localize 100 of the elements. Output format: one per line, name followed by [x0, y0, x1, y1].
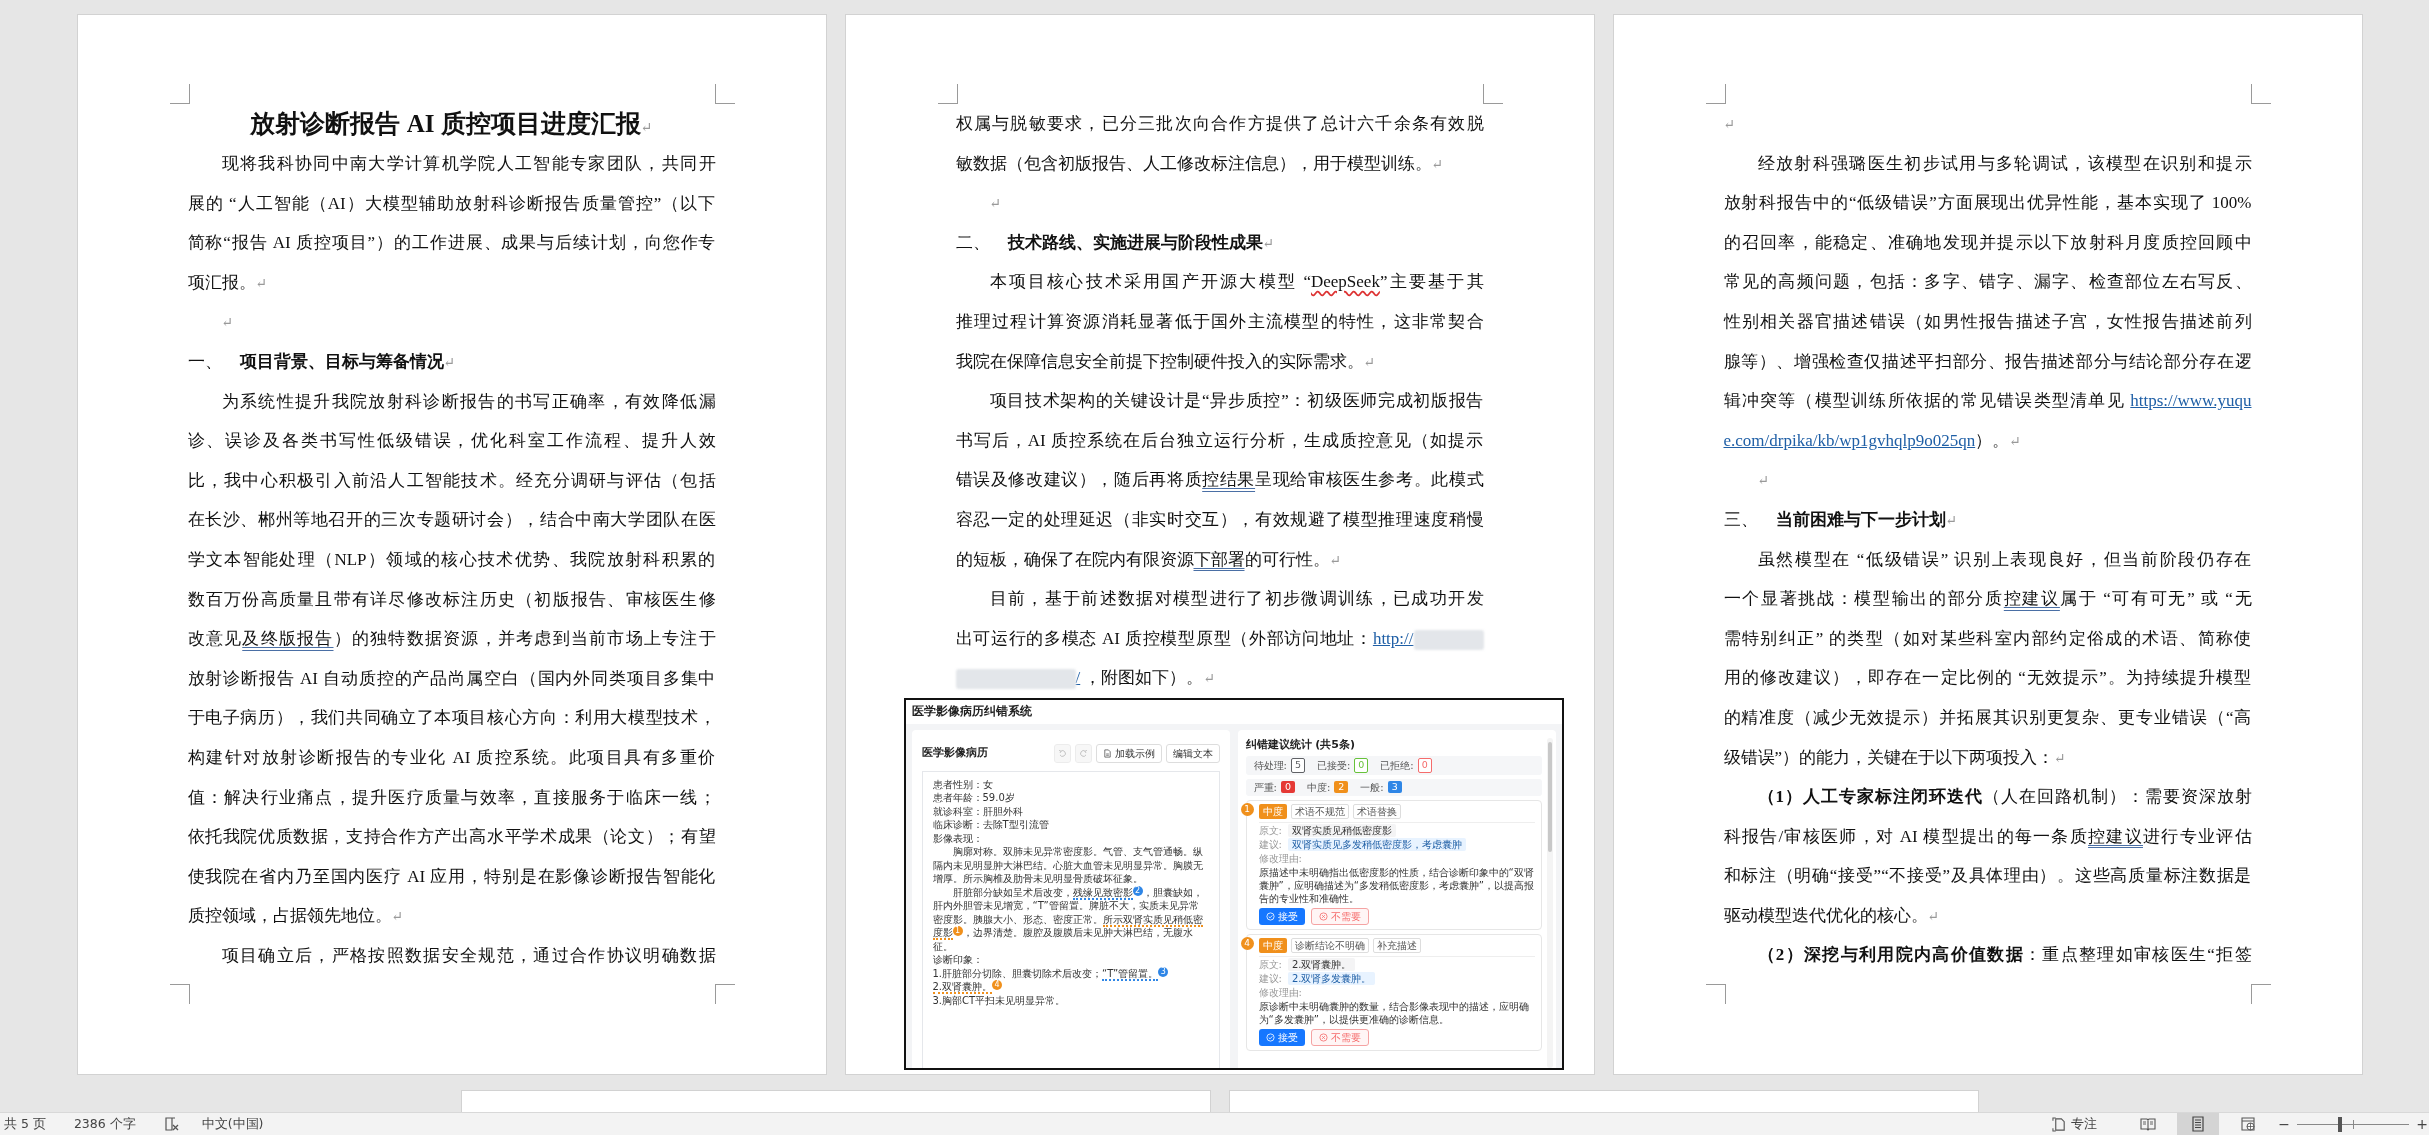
paragraph-mark: ↵: [220, 315, 234, 331]
paragraph-mark: ↵: [988, 196, 1002, 212]
severity-tag: 中度: [1258, 937, 1287, 953]
crop-mark: [169, 984, 190, 1004]
language[interactable]: 中文(中国): [201, 1115, 264, 1133]
undo-icon: [1057, 748, 1067, 758]
crop-mark: [2250, 984, 2271, 1004]
document-title: 放射诊断报告 AI 质控项目进度汇报↵: [249, 109, 654, 139]
report-line: 3.胸部CT平扫未见明显异常。: [932, 993, 1067, 1008]
stat-count: 0: [1417, 758, 1432, 773]
heading-number: 一、: [187, 350, 223, 373]
accept-button[interactable]: 接受: [1258, 907, 1305, 925]
app-title: 医学影像病历纠错系统: [911, 704, 1032, 720]
crop-mark: [937, 84, 958, 104]
report-textarea[interactable]: [921, 770, 1220, 1068]
paragraph: （2）深挖与利用院内高价值数据：重点整理如审核医生“拒签: [1756, 944, 2252, 967]
focus-icon: [2052, 1116, 2067, 1132]
x-circle-icon: [1318, 1032, 1328, 1042]
severity-count: 2: [1334, 780, 1349, 794]
field-label: 原文:: [1258, 823, 1282, 837]
web-page-icon: [2240, 1116, 2256, 1132]
panel-title: 医学影像病历: [921, 746, 988, 761]
paragraph: 本项目核心技术采用国产开源大模型 “DeepSeek”主要基于其 推理过程计算资源消耗显著低于国外主流模型的特性，这非常契合 我院在保障信息安全前提下控制硬件投入的实际需求。↵: [955, 271, 1484, 373]
paragraph: （1）人工专家标注闭环迭代（人在回路机制）：需要资深放射 科报告/审核医师，对 AI 模型提出的每一条质控建议进行专业评估 和标注（明确“接受”“不接受”及具体理由）。这些高质量标注数据是 驱动模型迭代优化的核心。↵: [1723, 786, 2252, 927]
stat-label: 已拒绝:: [1380, 758, 1414, 772]
reason-text: 原诊断中未明确囊肿的数量，结合影像表现中的描述，应明确为“多发囊肿”，以提供更准确的诊断信息。: [1258, 999, 1530, 1026]
category-tag: 诊断结论不明确: [1290, 937, 1369, 953]
paragraph: 经放射科强璐医生初步试用与多轮调试，该模型在识别和提示 放射科报告中的“低级错误”方面展现出优异性能，基本实现了 100% 的召回率，能稳定、准确地发现并提示以下放射科月度质控回顾中 常见的高频问题，包括：多字、错字、漏字、检查部位左右写反、 性别相关器官描述错误（如男性报告描述子宫，女性报告描述前列 腺等）、增强检查仅描述平扫部分、报告描述部分与结论部分存在逻 辑冲突等（模型训练所依据的常见错误类型清单见 https://www.yuqu e.com/drpika/kb/wp1gvhqlp9o025qn）。↵: [1723, 152, 2252, 452]
field-label: 建议:: [1258, 971, 1282, 985]
print-view-button[interactable]: [2177, 1113, 2219, 1135]
report-line: 就诊科室：肝胆外科: [932, 804, 1024, 819]
paragraph: 项目确立后，严格按照数据安全规范，通过合作协议明确数据: [220, 944, 716, 967]
report-line: 1.肝脏部分切除、胆囊切除术后改变；“T”管留置。 3: [932, 966, 1209, 981]
reason-text: 原描述中未明确指出低密度影的性质，结合诊断印象中的“双肾囊肿”，应明确描述为“多发稍低密度影，考虑囊肿”，以提高报告的专业性和准确性。: [1258, 865, 1535, 905]
category-tag: 术语不规范: [1290, 803, 1349, 819]
stat-count: 5: [1290, 758, 1305, 773]
link[interactable]: https://www.yuqu: [2130, 391, 2252, 411]
stat-count: 0: [1354, 758, 1369, 773]
crop-mark: [169, 84, 190, 104]
check-circle-icon: [1265, 1032, 1275, 1042]
proofing-icon[interactable]: [163, 1116, 180, 1132]
edit-text-button[interactable]: 编辑文本: [1165, 743, 1220, 763]
panel-title: 纠错建议统计 (共5条): [1245, 737, 1357, 753]
redo-icon: [1078, 748, 1088, 758]
category-tag: 术语替换: [1352, 803, 1401, 819]
paragraph-mark: ↵: [1723, 117, 1736, 132]
link[interactable]: e.com/drpika/kb/wp1gvhqlp9o025qn: [1723, 430, 1976, 450]
redaction-blur: [1413, 629, 1484, 650]
paragraph: 权属与脱敏要求，已分三批次向合作方提供了总计六千余条有效脱 敏数据（包含初版报告、人工修改标注信息），用于模型训练。↵: [955, 113, 1484, 175]
zoom-in-button[interactable]: +: [2415, 1116, 2429, 1132]
link[interactable]: http://: [1372, 628, 1414, 648]
check-circle-icon: [1265, 911, 1275, 921]
report-line: 患者性别：女: [932, 777, 994, 792]
field-label: 原文:: [1258, 957, 1282, 971]
heading-number: 三、: [1723, 508, 1759, 531]
paragraph: 目前，基于前述数据对模型进行了初步微调训练，已成功开发 出可运行的多模态 AI 质控模型原型（外部访问地址：http:// / ，附图如下）。↵: [955, 588, 1484, 692]
original-text: 2.双肾囊肿。: [1287, 957, 1356, 971]
severity-count: 0: [1280, 780, 1295, 794]
section-heading: 技术路线、实施进展与阶段性成果↵: [1007, 231, 1275, 254]
stat-label: 待处理:: [1253, 758, 1287, 772]
crop-mark: [1705, 984, 1726, 1004]
number-badge: 1: [1240, 802, 1254, 816]
scrollbar[interactable]: [1546, 737, 1553, 1068]
link[interactable]: /: [1075, 668, 1081, 688]
field-label: 修改理由:: [1258, 985, 1303, 999]
zoom-out-button[interactable]: −: [2277, 1116, 2291, 1132]
accept-button[interactable]: 接受: [1258, 1028, 1305, 1046]
report-line: 诊断印象：: [932, 953, 984, 967]
paragraph: 虽然模型在 “低级错误” 识别上表现良好，但当前阶段仍存在 一个显著挑战：模型输出的部分质控建议 属于 “可有可无” 或 “无 需特别纠正” 的类型（如对某些科室内部约定俗成的术语、简称使 用的修改建议），即存在一定比例的 “无效提示”。为持续提升模型 的精准度（减少无效提示）并拓展其识别更复杂、更专业错误（“高 级错误”）的能力，关键在于以下两项投入：↵: [1723, 548, 2252, 769]
report-line: 胸廓对称。双肺未见异常密度影。气管、支气管通畅。纵隔内未见明显肿大淋巴结。心脏大血管未见明显异常。胸膜无增厚。所示胸椎及肋骨未见明显骨质破坏征象。: [932, 845, 1204, 886]
x-circle-icon: [1318, 911, 1328, 921]
paragraph-mark: ↵: [1756, 473, 1770, 489]
crop-mark: [714, 984, 735, 1004]
word-count[interactable]: 2386 个字: [73, 1115, 136, 1133]
crop-mark: [1705, 84, 1726, 104]
crop-mark: [1482, 84, 1503, 104]
report-line: 2.双肾囊肿。 4: [932, 980, 1209, 994]
paragraph: 为系统性提升我院放射科诊断报告的书写正确率，有效降低漏 诊、误诊及各类书写性低级错误，优化科室工作流程、提升人效 比，我中心积极引入前沿人工智能技术。经充分调研与评估（包括 在长沙、郴州等地召开的三次专题研讨会），结合中南大学团队在医 学文本智能处理（NLP）领域的核心技术优势、我院放射科积累的 数百万份高质量且带有详尽修改标注历史（初版报告、审核医生修 改意见及终版报告）的独特数据资源，并考虑到当前市场上专注于 放射诊断报告 AI 自动质控的产品尚属空白（国内外同类项目多集中 于电子病历），我们共同确立了本项目核心方向：利用大模型技术， 构建针对放射诊断报告的专业化 AI 质控系统。此项目具有多重价 值：解决行业痛点，提升医疗质量与效率，直接服务于临床一线； 依托我院优质数据，支持合作方产出高水平学术成果（论文）；有望 使我院在省内乃至国内医疗 AI 应用，特别是在影像诊断报告智能化 质控领域，占据领先地位。↵: [187, 390, 716, 928]
number-badge: 4: [1240, 936, 1254, 950]
book-icon: [2140, 1116, 2156, 1132]
page-count[interactable]: 共 5 页: [4, 1115, 46, 1133]
stat-label: 已接受:: [1316, 758, 1351, 772]
focus-button[interactable]: 专注: [2052, 1115, 2097, 1133]
severity-label: 一般:: [1360, 780, 1384, 794]
load-example-button[interactable]: 加载示例: [1095, 743, 1162, 763]
section-heading: 项目背景、目标与筹备情况↵: [239, 350, 456, 373]
report-line: 患者年龄：59.0岁: [932, 791, 1016, 805]
field-label: 建议:: [1258, 837, 1282, 851]
field-label: 修改理由:: [1258, 851, 1303, 865]
original-text: 双肾实质见稍低密度影: [1287, 823, 1396, 837]
category-tag: 补充描述: [1372, 937, 1421, 953]
severity-tag: 中度: [1258, 803, 1287, 819]
severity-count: 3: [1387, 780, 1402, 794]
paragraph: 现将我科协同中南大学计算机学院人工智能专家团队，共同开 展的 “人工智能（AI）大模型辅助放射科诊断报告质量管控”（以下 简称“报告 AI 质控项目”）的工作进展、成果与后续计划，向您作专 项汇报。↵: [187, 153, 716, 294]
report-line: 影像表现：: [932, 831, 984, 846]
document-icon: [1102, 748, 1112, 758]
suggested-text: 双肾实质见多发稍低密度影，考虑囊肿: [1287, 837, 1466, 851]
heading-number: 二、: [955, 231, 991, 254]
crop-mark: [714, 84, 735, 104]
zoom-slider[interactable]: [2297, 1116, 2409, 1132]
